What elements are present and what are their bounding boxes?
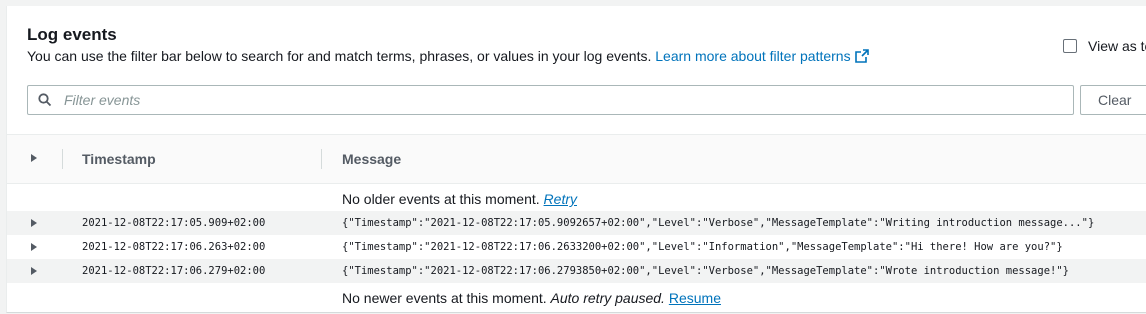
newer-events-text: No newer events at this moment.: [342, 290, 547, 306]
page-title: Log events: [27, 25, 117, 44]
newer-events-notice: No newer events at this moment. Auto ret…: [342, 290, 721, 306]
row-timestamp: 2021-12-08T22:17:06.279+02:00: [82, 265, 266, 277]
row-message: {"Timestamp":"2021-12-08T22:17:06.263320…: [342, 241, 1063, 253]
table-header: Timestamp Message: [7, 134, 1146, 184]
row-timestamp: 2021-12-08T22:17:05.909+02:00: [82, 217, 266, 229]
table-row[interactable]: 2021-12-08T22:17:05.909+02:00 {"Timestam…: [7, 211, 1146, 235]
external-link-icon: [854, 49, 869, 63]
expand-row-icon[interactable]: [31, 267, 37, 275]
row-timestamp: 2021-12-08T22:17:06.263+02:00: [82, 241, 266, 253]
view-as-text-toggle[interactable]: View as te: [1063, 38, 1146, 54]
description-text: You can use the filter bar below to sear…: [27, 48, 652, 64]
resume-link[interactable]: Resume: [669, 290, 721, 306]
column-header-message[interactable]: Message: [342, 151, 401, 167]
auto-retry-status: Auto retry paused.: [550, 290, 665, 306]
learn-more-link[interactable]: Learn more about filter patterns: [655, 48, 869, 64]
expand-row-icon[interactable]: [31, 243, 37, 251]
expand-all-icon[interactable]: [31, 154, 37, 162]
expand-row-icon[interactable]: [31, 219, 37, 227]
log-events-panel: Log events You can use the filter bar be…: [6, 6, 1146, 313]
view-as-text-label: View as te: [1088, 38, 1146, 54]
table-row[interactable]: 2021-12-08T22:17:06.263+02:00 {"Timestam…: [7, 235, 1146, 259]
view-as-text-checkbox[interactable]: [1063, 39, 1077, 53]
column-divider: [321, 149, 322, 169]
column-divider: [62, 149, 63, 169]
column-header-timestamp[interactable]: Timestamp: [82, 151, 156, 167]
filter-events-input[interactable]: [62, 91, 1046, 109]
clear-button[interactable]: Clear: [1080, 85, 1146, 115]
row-message: {"Timestamp":"2021-12-08T22:17:06.279385…: [342, 265, 1069, 277]
description: You can use the filter bar below to sear…: [27, 48, 869, 64]
search-icon: [38, 93, 52, 107]
learn-more-label: Learn more about filter patterns: [655, 48, 851, 64]
older-events-notice: No older events at this moment. Retry: [342, 191, 577, 207]
filter-search-box[interactable]: [27, 85, 1074, 115]
older-events-text: No older events at this moment.: [342, 191, 540, 207]
table-row[interactable]: 2021-12-08T22:17:06.279+02:00 {"Timestam…: [7, 259, 1146, 283]
row-message: {"Timestamp":"2021-12-08T22:17:05.909265…: [342, 217, 1095, 229]
retry-link[interactable]: Retry: [544, 191, 577, 207]
